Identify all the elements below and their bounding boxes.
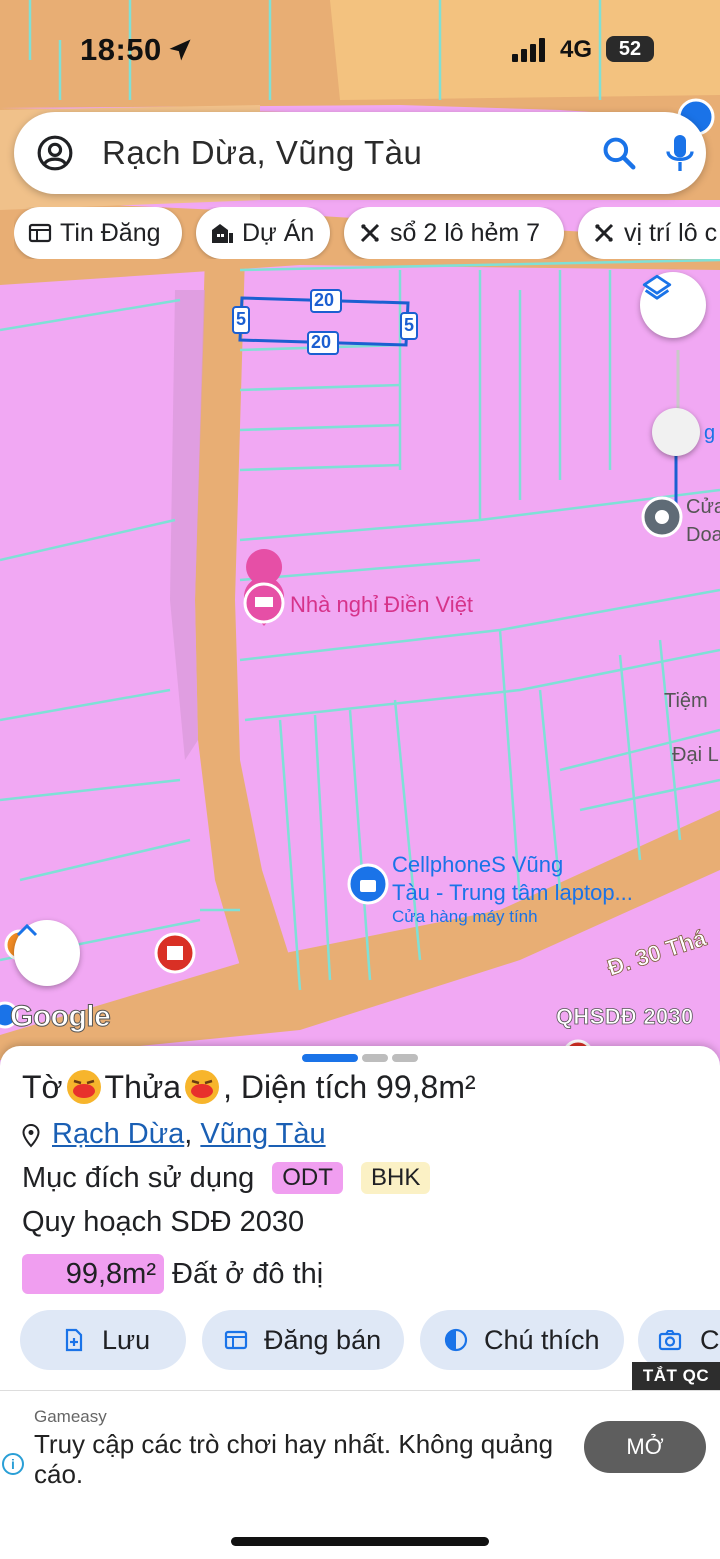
listing-icon: [28, 223, 52, 243]
status-bar: 18:50 4G 52: [0, 0, 720, 100]
plan-label: Quy hoạch SDĐ 2030: [22, 1206, 305, 1238]
camera-button-label: C: [700, 1325, 720, 1355]
plan-layer-label: QHSDĐ 2030: [556, 1004, 694, 1030]
chip-saved-search-1-label: sổ 2 lô hẻm 7: [390, 219, 541, 247]
location-arrow-icon: [169, 39, 191, 61]
title-parcel-label: Thửa: [104, 1069, 182, 1105]
ruler-icon: [360, 223, 380, 243]
home-indicator[interactable]: [231, 1537, 489, 1546]
land-use-row: Mục đích sử dụng ODT BHK: [22, 1162, 431, 1195]
save-button[interactable]: Lưu: [20, 1310, 186, 1370]
pin-icon: [22, 1124, 40, 1148]
google-logo: Google: [9, 1000, 111, 1034]
poi-store-name-line1[interactable]: CellphoneS Vũng: [392, 852, 563, 878]
poi-guesthouse-label[interactable]: Nhà nghỉ Điền Việt: [290, 592, 473, 618]
pager-dot: [362, 1054, 388, 1062]
battery-indicator: 52: [606, 36, 654, 62]
legend-button-label: Chú thích: [484, 1325, 600, 1355]
pager-dot: [392, 1054, 418, 1062]
ad-text: Truy cập các trò chơi hay nhất. Không qu…: [34, 1429, 554, 1489]
poi-store-name-line2[interactable]: Tàu - Trung tâm laptop...: [392, 880, 633, 906]
building-icon: [212, 224, 233, 243]
chevron-up-icon: [16, 923, 38, 937]
save-icon: [65, 1328, 83, 1352]
legend-button[interactable]: Chú thích: [420, 1310, 624, 1370]
mic-icon[interactable]: [662, 132, 698, 174]
post-for-sale-label: Đăng bán: [264, 1325, 382, 1355]
signal-icon: [512, 38, 545, 62]
sheet-pager[interactable]: [302, 1054, 422, 1062]
dimension-bottom-label: 20: [311, 332, 332, 352]
edge-label-dai: Đại L: [672, 744, 719, 766]
opacity-slider-knob[interactable]: [652, 408, 700, 456]
pager-dot-active: [302, 1054, 358, 1062]
chip-listings-label: Tin Đăng: [60, 219, 161, 247]
chip-projects-label: Dự Án: [242, 219, 315, 247]
tag-bhk: BHK: [361, 1162, 431, 1194]
emoji-sticker-icon: [185, 1070, 220, 1104]
save-button-label: Lưu: [102, 1325, 151, 1355]
emoji-sticker-icon: [66, 1070, 101, 1104]
dimension-top-label: 20: [314, 290, 335, 310]
dimension-left-label: 5: [236, 309, 247, 329]
chip-listings[interactable]: Tin Đăng: [14, 207, 182, 259]
legend-icon: [444, 1328, 468, 1352]
parcel-location: Rạch Dừa, Vũng Tàu: [22, 1118, 326, 1151]
post-for-sale-button[interactable]: Đăng bán: [202, 1310, 404, 1370]
area-breakdown-row: 99,8m² Đất ở đô thị: [22, 1254, 323, 1294]
chip-saved-search-1[interactable]: sổ 2 lô hẻm 7: [344, 207, 564, 259]
camera-button[interactable]: C: [638, 1310, 720, 1370]
status-time: 18:50: [80, 32, 162, 67]
ad-banner[interactable]: i Gameasy Truy cập các trò chơi hay nhất…: [0, 1390, 720, 1502]
ad-open-button[interactable]: MỞ: [584, 1421, 706, 1473]
area-value-swatch: 99,8m²: [22, 1254, 164, 1294]
network-type: 4G: [560, 36, 593, 63]
location-link-city[interactable]: Vũng Tàu: [200, 1118, 325, 1150]
area-type-label: Đất ở đô thị: [172, 1258, 324, 1290]
post-icon: [224, 1330, 248, 1350]
edge-label-g: g: [704, 422, 716, 444]
edge-label-cua: Cửa: [686, 496, 720, 518]
expand-sheet-button[interactable]: [14, 920, 80, 986]
land-use-label: Mục đích sử dụng: [22, 1162, 255, 1194]
title-sheet-label: Tờ: [22, 1069, 63, 1105]
poi-store-category: Cửa hàng máy tính: [392, 907, 538, 926]
search-query[interactable]: Rạch Dừa, Vũng Tàu: [102, 134, 422, 172]
search-bar[interactable]: Rạch Dừa, Vũng Tàu: [14, 112, 706, 194]
search-icon[interactable]: [600, 134, 638, 172]
parcel-title: Tờ Thửa , Diện tích 99,8m²: [22, 1066, 476, 1106]
location-link-ward[interactable]: Rạch Dừa: [52, 1118, 184, 1150]
filter-chips: Tin Đăng Dự Án sổ 2 lô hẻm 7 vị trí lô c: [14, 207, 720, 259]
ruler-icon: [594, 223, 614, 243]
account-icon[interactable]: [36, 134, 74, 172]
location-separator: ,: [184, 1118, 201, 1150]
chip-saved-search-2[interactable]: vị trí lô c: [578, 207, 720, 259]
action-buttons: Lưu Đăng bán Chú thích C: [0, 1310, 720, 1370]
chip-projects[interactable]: Dự Án: [196, 207, 330, 259]
edge-label-tiem: Tiệm: [664, 690, 708, 712]
chip-saved-search-2-label: vị trí lô c: [624, 219, 718, 247]
dimension-right-label: 5: [404, 315, 415, 335]
tag-odt: ODT: [272, 1162, 343, 1194]
title-area: , Diện tích 99,8m²: [223, 1069, 476, 1105]
layers-button[interactable]: [640, 272, 706, 338]
ad-info-icon[interactable]: i: [2, 1453, 24, 1475]
edge-label-doa: Doa: [686, 524, 720, 546]
layers-icon: [642, 274, 672, 300]
ad-brand: Gameasy: [34, 1407, 107, 1426]
close-ad-button[interactable]: TẮT QC: [632, 1362, 720, 1390]
camera-icon: [658, 1330, 682, 1351]
